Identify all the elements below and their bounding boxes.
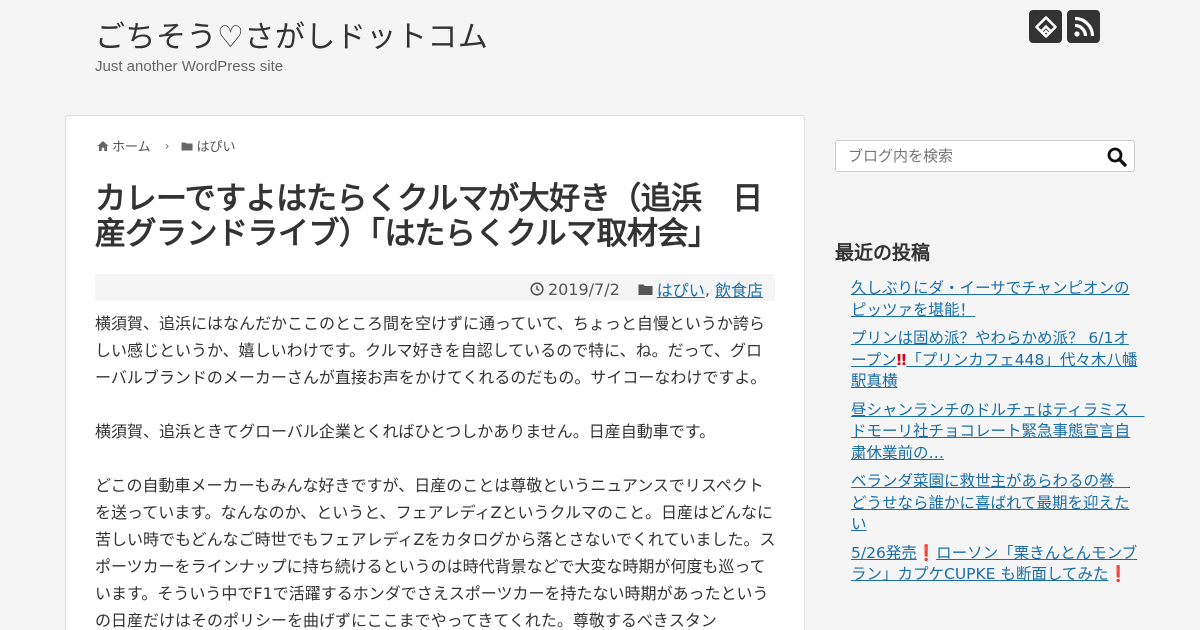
search-form (835, 140, 1135, 172)
feedly-button[interactable] (1029, 10, 1062, 43)
site-description: Just another WordPress site (95, 58, 284, 75)
search-icon (1107, 147, 1127, 167)
recent-post-link[interactable]: 5/26発売❗ローソン「栗きんとんモンブラン」カプケCUPKE も断面してみた❗ (851, 544, 1137, 584)
list-item: 久しぶりにダ・イーサでチャンピオンのピッツァを堪能！ (851, 278, 1139, 321)
breadcrumb-home[interactable]: ホーム (112, 136, 151, 155)
folder-icon (638, 284, 653, 295)
breadcrumb-category[interactable]: はぴい (196, 136, 235, 155)
article-meta: 2019/7/2 はぴい, 飲食店 (95, 274, 775, 301)
category-link[interactable]: はぴい (657, 277, 705, 301)
article-title: カレーですよはたらくクルマが大好き（追浜 日産グランドライブ）「はたらくクルマ取… (95, 181, 763, 252)
sidebar: 最近の投稿 久しぶりにダ・イーサでチャンピオンのピッツァを堪能！ プリンは固め派… (835, 140, 1145, 583)
article-paragraph: 横須賀、追浜にはなんだかここのところ間を空けずに通っていて、ちょっと自慢というか… (95, 314, 767, 387)
home-icon (97, 140, 109, 151)
article-paragraph: 横須賀、追浜ときてグローバル企業とくればひとつしかありません。日産自動車です。 (95, 422, 716, 441)
recent-posts-title: 最近の投稿 (835, 242, 931, 264)
rss-button[interactable] (1067, 10, 1100, 43)
list-item: ベランダ菜園に救世主があらわるの巻 どうせなら誰かに喜ばれて最期を迎えたい (851, 471, 1139, 536)
exclamation-mark: ❗ (916, 543, 937, 562)
recent-post-link[interactable]: プリンは固め派？やわらかめ派？ 6/1オープン‼「プリンカフェ448」代々木八幡… (851, 329, 1137, 390)
search-input[interactable] (836, 141, 1101, 171)
list-item: 昼シャンランチのドルチェはティラミス ドモーリ社チョコレート緊急事態宣言自粛休業… (851, 400, 1145, 465)
header-icons (1029, 10, 1100, 43)
recent-post-link[interactable]: 久しぶりにダ・イーサでチャンピオンのピッツァを堪能！ (851, 279, 1130, 319)
feedly-icon (1034, 15, 1057, 38)
main-content: ホーム › はぴい カレーですよはたらくクルマが大好き（追浜 日産グランドライブ… (65, 115, 805, 630)
list-item: 5/26発売❗ローソン「栗きんとんモンブラン」カプケCUPKE も断面してみた❗ (851, 543, 1139, 586)
rss-icon (1073, 16, 1094, 37)
post-date: 2019/7/2 (547, 279, 620, 299)
breadcrumb: ホーム › はぴい (97, 136, 235, 155)
exclamation-mark: ‼ (896, 350, 907, 369)
folder-icon (181, 142, 193, 150)
article-paragraph: どこの自動車メーカーもみんな好きですが、日産のことは尊敬というニュアンスでリスペ… (95, 476, 776, 630)
chevron-right-icon: › (164, 138, 170, 153)
article-body: 横須賀、追浜にはなんだかここのところ間を空けずに通っていて、ちょっと自慢というか… (95, 310, 777, 630)
exclamation-mark: ❗ (1108, 565, 1128, 583)
recent-posts-list: 久しぶりにダ・イーサでチャンピオンのピッツァを堪能！ プリンは固め派？やわらかめ… (851, 278, 1145, 593)
list-item: プリンは固め派？やわらかめ派？ 6/1オープン‼「プリンカフェ448」代々木八幡… (851, 328, 1139, 393)
category-link[interactable]: 飲食店 (715, 277, 763, 301)
recent-post-link[interactable]: ベランダ菜園に救世主があらわるの巻 どうせなら誰かに喜ばれて最期を迎えたい (851, 472, 1130, 533)
recent-post-link[interactable]: 昼シャンランチのドルチェはティラミス ドモーリ社チョコレート緊急事態宣言自粛休業… (851, 401, 1145, 462)
search-button[interactable] (1106, 146, 1128, 168)
clock-icon (530, 282, 544, 296)
site-header: ごちそう♡さがしドットコム Just another WordPress sit… (0, 0, 1200, 100)
category-separator: , (704, 279, 715, 299)
site-title[interactable]: ごちそう♡さがしドットコム (95, 12, 488, 56)
